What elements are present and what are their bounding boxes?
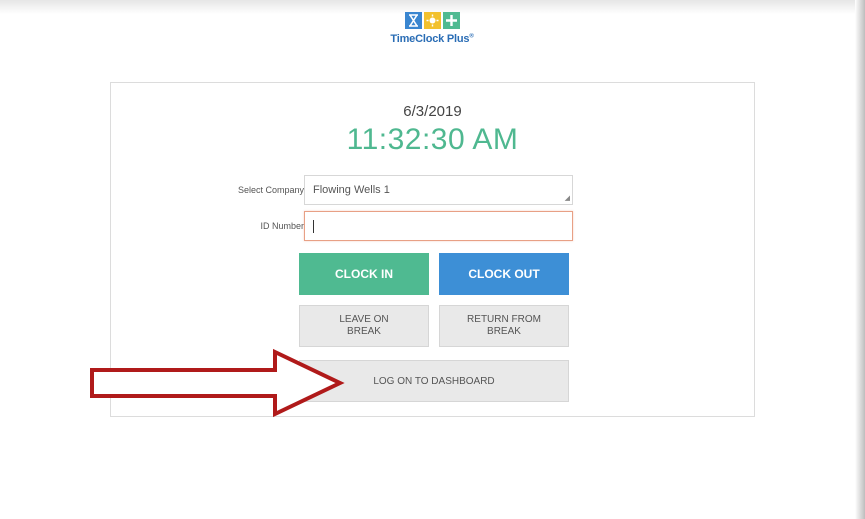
hourglass-icon — [404, 12, 422, 29]
return-from-break-button[interactable]: RETURN FROM BREAK — [439, 305, 569, 347]
logo-title: TimeClock Plus® — [390, 33, 474, 45]
company-select[interactable]: Flowing Wells 1 ◢ — [304, 175, 573, 205]
current-time: 11:32:30 AM — [346, 123, 519, 156]
timeclock-plus-logo: TimeClock Plus® — [377, 12, 487, 45]
leave-on-break-line1: LEAVE ON — [339, 314, 389, 325]
logo-icons — [377, 12, 487, 30]
id-number-label: ID Number — [260, 221, 304, 231]
clock-in-button[interactable]: CLOCK IN — [299, 253, 429, 295]
clock-out-button[interactable]: CLOCK OUT — [439, 253, 569, 295]
plus-icon — [442, 12, 460, 29]
current-date: 6/3/2019 — [403, 103, 462, 120]
company-select-value: Flowing Wells 1 — [313, 184, 390, 196]
return-from-break-line2: BREAK — [487, 326, 521, 337]
sun-icon — [423, 12, 441, 29]
select-company-label: Select Company — [237, 185, 304, 195]
red-arrow-annotation — [90, 348, 345, 418]
timeclock-page: TimeClock Plus® 6/3/2019 11:32:30 AM Sel… — [0, 0, 865, 519]
text-cursor — [313, 219, 314, 233]
return-from-break-line1: RETURN FROM — [467, 314, 541, 325]
resize-grip-icon[interactable]: ◢ — [565, 195, 570, 202]
leave-on-break-line2: BREAK — [347, 326, 381, 337]
id-number-input[interactable] — [304, 211, 573, 241]
leave-on-break-button[interactable]: LEAVE ON BREAK — [299, 305, 429, 347]
